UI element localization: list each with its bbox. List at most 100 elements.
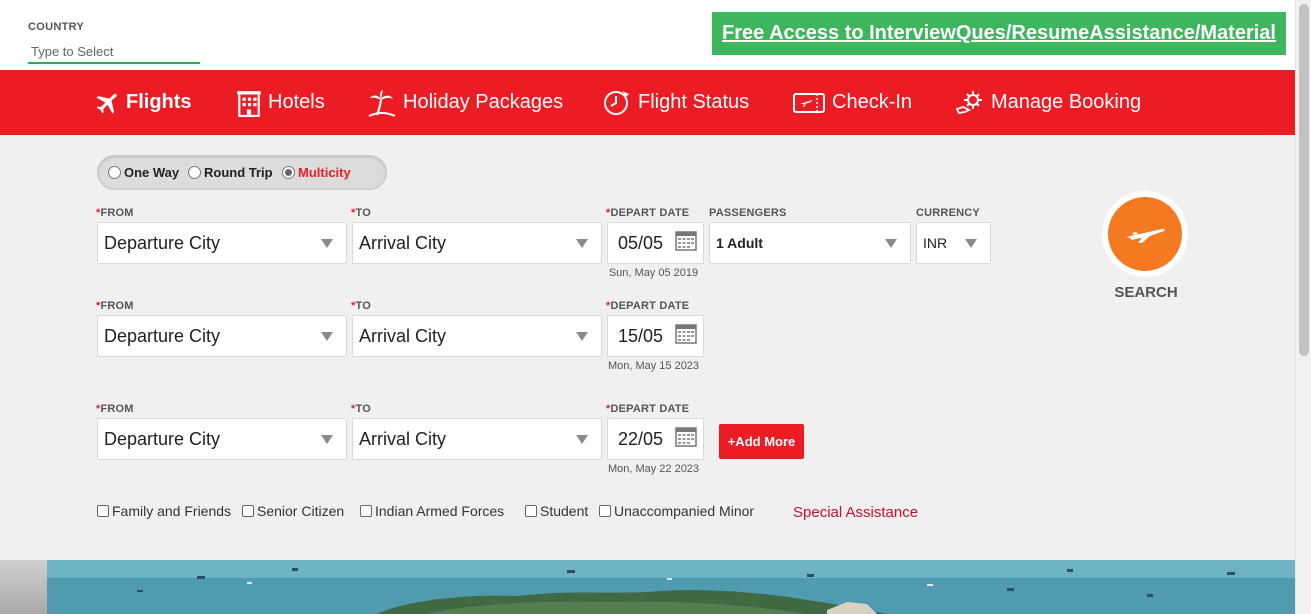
palm-tree-icon (368, 89, 396, 117)
from-label: *FROM (96, 207, 134, 219)
search-label: SEARCH (1114, 284, 1178, 301)
caret-down-icon (965, 239, 977, 248)
special-assistance-link[interactable]: Special Assistance (793, 504, 918, 521)
from-value: Departure City (104, 325, 221, 346)
to-label: *TO (351, 207, 371, 219)
to-select-2[interactable]: Arrival City (352, 315, 602, 357)
depart-date-label: *DEPART DATE (606, 207, 690, 219)
checkbox-box (599, 505, 611, 517)
nav-item-check-in[interactable]: Check-In (792, 70, 912, 135)
passengers-label: PASSENGERS (709, 207, 787, 219)
clock-plane-icon (604, 90, 629, 115)
caret-down-icon (321, 239, 333, 248)
from-select-3[interactable]: Departure City (97, 418, 347, 460)
date-long-3: Mon, May 22 2023 (607, 463, 700, 475)
calendar-icon (675, 324, 697, 344)
to-value: Arrival City (359, 232, 447, 253)
nav-item-manage-booking[interactable]: Manage Booking (955, 70, 1141, 135)
calendar-icon (675, 427, 697, 447)
date-value: 22/05 (618, 428, 664, 449)
radio-dot (188, 166, 201, 179)
search-panel: One Way Round Trip Multicity *FROM *TO *… (0, 135, 1295, 560)
top-bar: COUNTRY Free Access to InterviewQues/Res… (0, 0, 1295, 70)
checkbox-label: Indian Armed Forces (375, 503, 505, 519)
airplane-icon (1126, 228, 1165, 243)
checkbox-senior-citizen[interactable]: Senior Citizen (242, 503, 344, 519)
checkbox-family-and-friends[interactable]: Family and Friends (97, 503, 231, 519)
caret-down-icon (576, 435, 588, 444)
radio-round-trip[interactable]: Round Trip (188, 165, 273, 180)
checkbox-indian-armed-forces[interactable]: Indian Armed Forces (360, 503, 504, 519)
nav-label: Check-In (832, 91, 913, 113)
country-label: COUNTRY (28, 21, 85, 33)
radio-dot-selected (282, 166, 295, 179)
passengers-select[interactable]: 1 Adult (709, 222, 911, 264)
search-button[interactable] (1102, 191, 1188, 277)
checkbox-box (360, 505, 372, 517)
trip-type-toggle: One Way Round Trip Multicity (97, 155, 387, 190)
caret-down-icon (321, 435, 333, 444)
from-label: *FROM (96, 403, 134, 415)
nav-label: Flights (126, 91, 192, 113)
caret-down-icon (576, 332, 588, 341)
date-long-2: Mon, May 15 2023 (607, 360, 700, 372)
checkbox-student[interactable]: Student (525, 503, 588, 519)
page-scrollbar[interactable] (1295, 0, 1311, 614)
add-more-button[interactable]: +Add More (719, 424, 804, 459)
to-value: Arrival City (359, 428, 447, 449)
search-button-face (1108, 197, 1182, 271)
checkbox-box (242, 505, 254, 517)
to-value: Arrival City (359, 325, 447, 346)
depart-date-1[interactable]: 05/05 (607, 222, 704, 264)
checkbox-label: Senior Citizen (257, 503, 345, 519)
radio-label: Multicity (298, 165, 351, 180)
checkbox-unaccompanied-minor[interactable]: Unaccompanied Minor (599, 503, 754, 519)
to-select-3[interactable]: Arrival City (352, 418, 602, 460)
caret-down-icon (576, 239, 588, 248)
nav-item-holiday-packages[interactable]: Holiday Packages (367, 70, 563, 135)
promo-link[interactable]: Free Access to InterviewQues/ResumeAssis… (712, 12, 1286, 55)
checkbox-label: Family and Friends (112, 503, 232, 519)
nav-label: Manage Booking (991, 91, 1142, 113)
to-select-1[interactable]: Arrival City (352, 222, 602, 264)
page: COUNTRY Free Access to InterviewQues/Res… (0, 0, 1311, 614)
from-label: *FROM (96, 300, 134, 312)
hotel-building-icon (237, 90, 261, 117)
to-label: *TO (351, 300, 371, 312)
banner-edge (0, 560, 47, 614)
radio-dot (108, 166, 121, 179)
boarding-pass-icon (793, 92, 825, 113)
nav-item-flight-status[interactable]: Flight Status (602, 70, 749, 135)
radio-label: One Way (124, 165, 180, 180)
hero-banner-image (0, 560, 1295, 614)
nav-item-hotels[interactable]: Hotels (236, 70, 325, 135)
nav-label: Hotels (268, 91, 325, 113)
from-select-2[interactable]: Departure City (97, 315, 347, 357)
currency-select[interactable]: INR (916, 222, 991, 264)
gear-hand-icon (955, 90, 982, 114)
checkbox-box (97, 505, 109, 517)
passengers-value: 1 Adult (716, 235, 763, 251)
from-value: Departure City (104, 428, 221, 449)
from-select-1[interactable]: Departure City (97, 222, 347, 264)
checkbox-label: Unaccompanied Minor (614, 503, 755, 519)
country-input[interactable] (28, 40, 200, 64)
date-value: 05/05 (618, 232, 664, 253)
airplane-icon (96, 93, 117, 114)
coastline-photo (47, 560, 1295, 614)
depart-date-2[interactable]: 15/05 (607, 315, 704, 357)
radio-one-way[interactable]: One Way (108, 165, 179, 180)
depart-date-label: *DEPART DATE (606, 300, 690, 312)
scrollbar-thumb[interactable] (1299, 4, 1309, 356)
date-long-1: Sun, May 05 2019 (608, 267, 699, 279)
to-label: *TO (351, 403, 371, 415)
nav-item-flights[interactable]: Flights (92, 70, 192, 135)
radio-multicity[interactable]: Multicity (282, 165, 351, 180)
nav-label: Flight Status (638, 91, 750, 113)
depart-date-3[interactable]: 22/05 (607, 418, 704, 460)
checkbox-label: Student (540, 503, 589, 519)
currency-label: CURRENCY (916, 207, 980, 219)
depart-date-label: *DEPART DATE (606, 403, 690, 415)
date-value: 15/05 (618, 325, 664, 346)
caret-down-icon (885, 239, 897, 248)
